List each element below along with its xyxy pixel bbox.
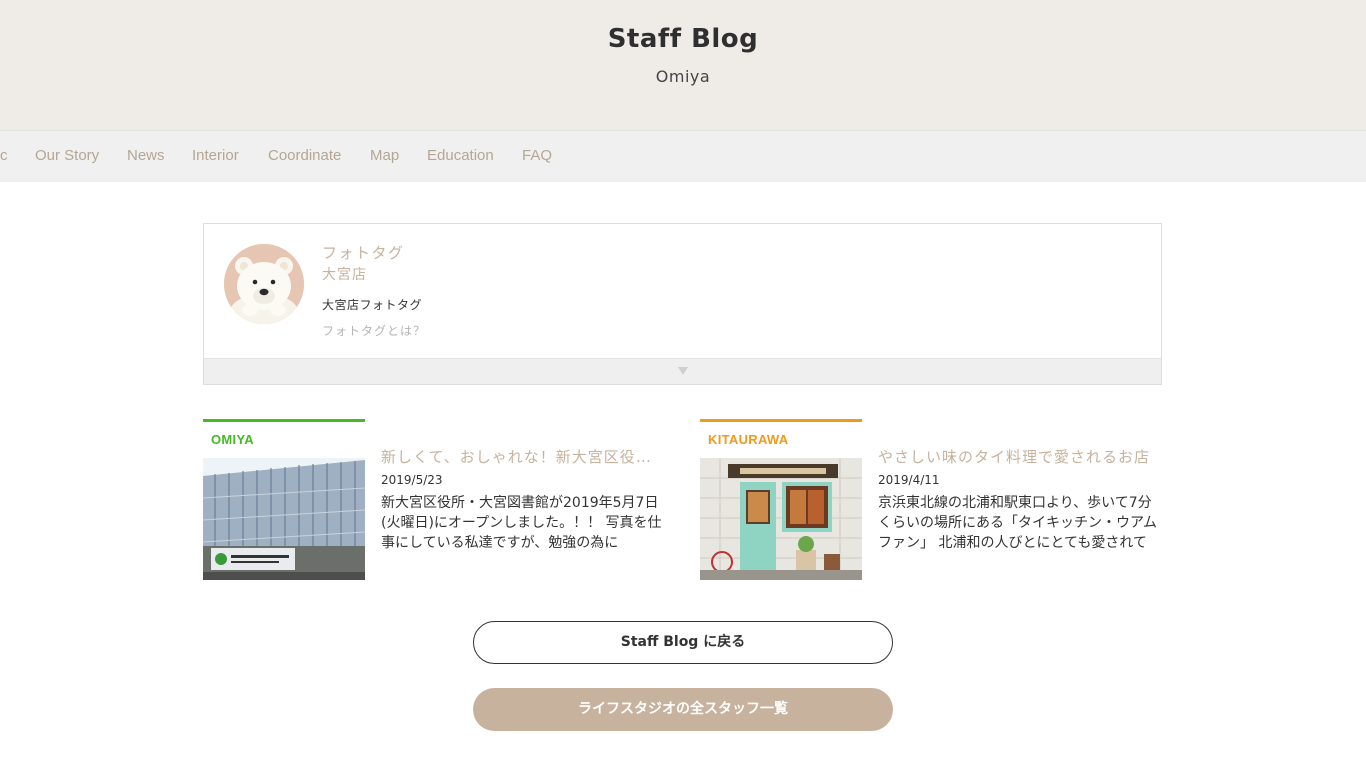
staff-description: 大宮店フォトタグ (322, 298, 423, 312)
store-tag: KITAURAWA (708, 432, 789, 447)
post-excerpt: 京浜東北線の北浦和駅東口より、歩いて7分くらいの場所にある「タイキッチン・ウアム… (878, 495, 1158, 551)
post-title[interactable]: やさしい味のタイ料理で愛されるお店 (878, 446, 1161, 467)
nav-item-partial[interactable]: c (0, 147, 8, 164)
page-title: Staff Blog (607, 24, 759, 54)
main-nav: c Our Story News Interior Coordinate Map… (0, 130, 1366, 182)
polar-bear-avatar-icon (224, 244, 304, 324)
about-phototag-link[interactable]: フォトタグとは？ (322, 322, 426, 339)
staff-store: 大宮店 (322, 267, 367, 283)
nav-item-interior[interactable]: Interior (192, 147, 239, 164)
shop-front-photo[interactable] (700, 458, 862, 580)
nav-item-news[interactable]: News (127, 147, 165, 164)
post-date: 2019/5/23 (381, 473, 443, 487)
nav-item-education[interactable]: Education (427, 147, 494, 164)
card-accent-line (203, 419, 365, 422)
post-date: 2019/4/11 (878, 473, 940, 487)
nav-item-coordinate[interactable]: Coordinate (268, 147, 341, 164)
post-excerpt: 新大宮区役所・大宮図書館が2019年5月7日(火曜日)にオープンしました。！！ … (381, 495, 662, 551)
chevron-down-icon (677, 367, 688, 375)
blog-post-card[interactable]: KITAURAWA やさしい味のタイ料理で愛されるお店 2019/4/11 京浜… (700, 419, 1161, 581)
staff-profile-card: フォトタグ 大宮店 大宮店フォトタグ フォトタグとは？ (203, 223, 1162, 385)
office-building-photo[interactable] (203, 458, 365, 580)
store-tag: OMIYA (211, 432, 254, 447)
nav-item-faq[interactable]: FAQ (522, 147, 552, 164)
staff-name: フォトタグ (322, 244, 405, 262)
post-title[interactable]: 新しくて、おしゃれな！新大宮区役所・大宮図書館 (381, 446, 664, 467)
page-subtitle: Omiya (655, 67, 711, 86)
blog-post-card[interactable]: OMIYA 新しくて、おしゃれな！新大宮区役所 2019/5/23 新大宮区役所… (203, 419, 664, 581)
card-accent-line (700, 419, 862, 422)
nav-item-our-story[interactable]: Our Story (35, 147, 99, 164)
all-staff-list-button[interactable]: ライフスタジオの全スタッフ一覧 (473, 688, 893, 731)
back-to-staff-blog-button[interactable]: Staff Blog に戻る (473, 621, 893, 664)
page-header: Staff Blog Omiya (0, 0, 1366, 130)
nav-item-map[interactable]: Map (370, 147, 399, 164)
profile-expand-toggle[interactable] (204, 358, 1161, 384)
